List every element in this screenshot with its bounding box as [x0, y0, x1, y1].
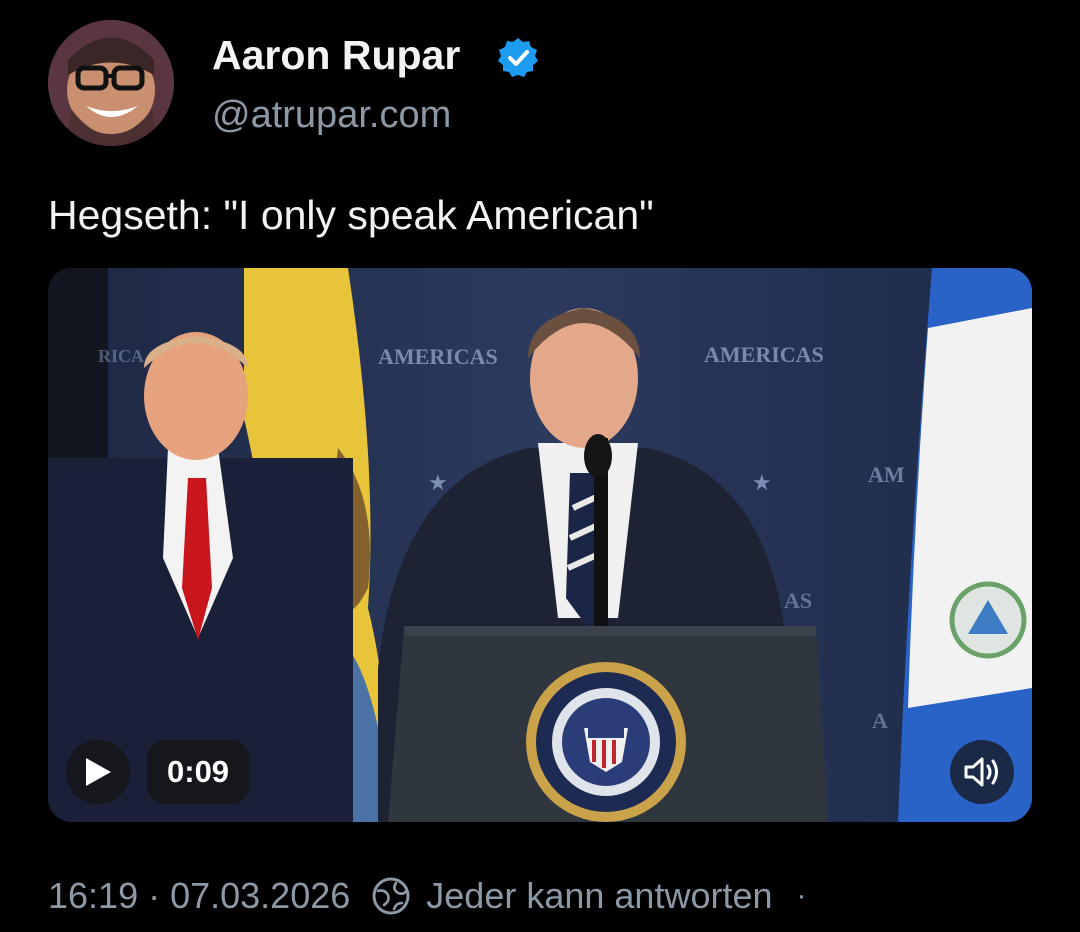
play-button[interactable]: [66, 740, 130, 804]
video-frame: AMERICAS AMERICAS RICA AM AS A ★ ★: [48, 268, 1032, 822]
star-icon: ★: [752, 470, 772, 495]
presidential-seal-icon: [526, 662, 686, 822]
speaker-icon: [964, 757, 998, 787]
backdrop-text-2: AMERICAS: [704, 342, 824, 367]
post-date: 07.03.2026: [170, 875, 351, 916]
backdrop-text-6: A: [872, 708, 888, 733]
post-text: Hegseth: "I only speak American": [48, 192, 654, 238]
backdrop-text-5: AS: [784, 588, 812, 613]
profile-photo-icon: [48, 20, 174, 146]
post-meta: 16:19 · 07.03.2026 Jeder kann antworten …: [48, 874, 807, 918]
display-name[interactable]: Aaron Rupar: [212, 32, 460, 79]
post-time: 16:19: [48, 875, 139, 916]
globe-icon: [372, 877, 410, 915]
star-icon: ★: [428, 470, 448, 495]
backdrop-text-1: AMERICAS: [378, 344, 498, 369]
backdrop-text-3: RICA: [98, 346, 144, 366]
meta-trailing-dot: ·: [796, 879, 807, 912]
author-handle[interactable]: @atrupar.com: [212, 94, 451, 137]
video-player[interactable]: AMERICAS AMERICAS RICA AM AS A ★ ★ 0:09: [48, 268, 1032, 822]
reply-setting[interactable]: Jeder kann antworten: [426, 875, 772, 917]
video-time: 0:09: [147, 740, 250, 804]
verified-badge-icon: [498, 38, 538, 77]
avatar[interactable]: [48, 20, 174, 146]
sound-button[interactable]: [950, 740, 1014, 804]
meta-separator: ·: [148, 875, 161, 916]
backdrop-text-4: AM: [868, 462, 905, 487]
play-icon: [86, 758, 111, 786]
